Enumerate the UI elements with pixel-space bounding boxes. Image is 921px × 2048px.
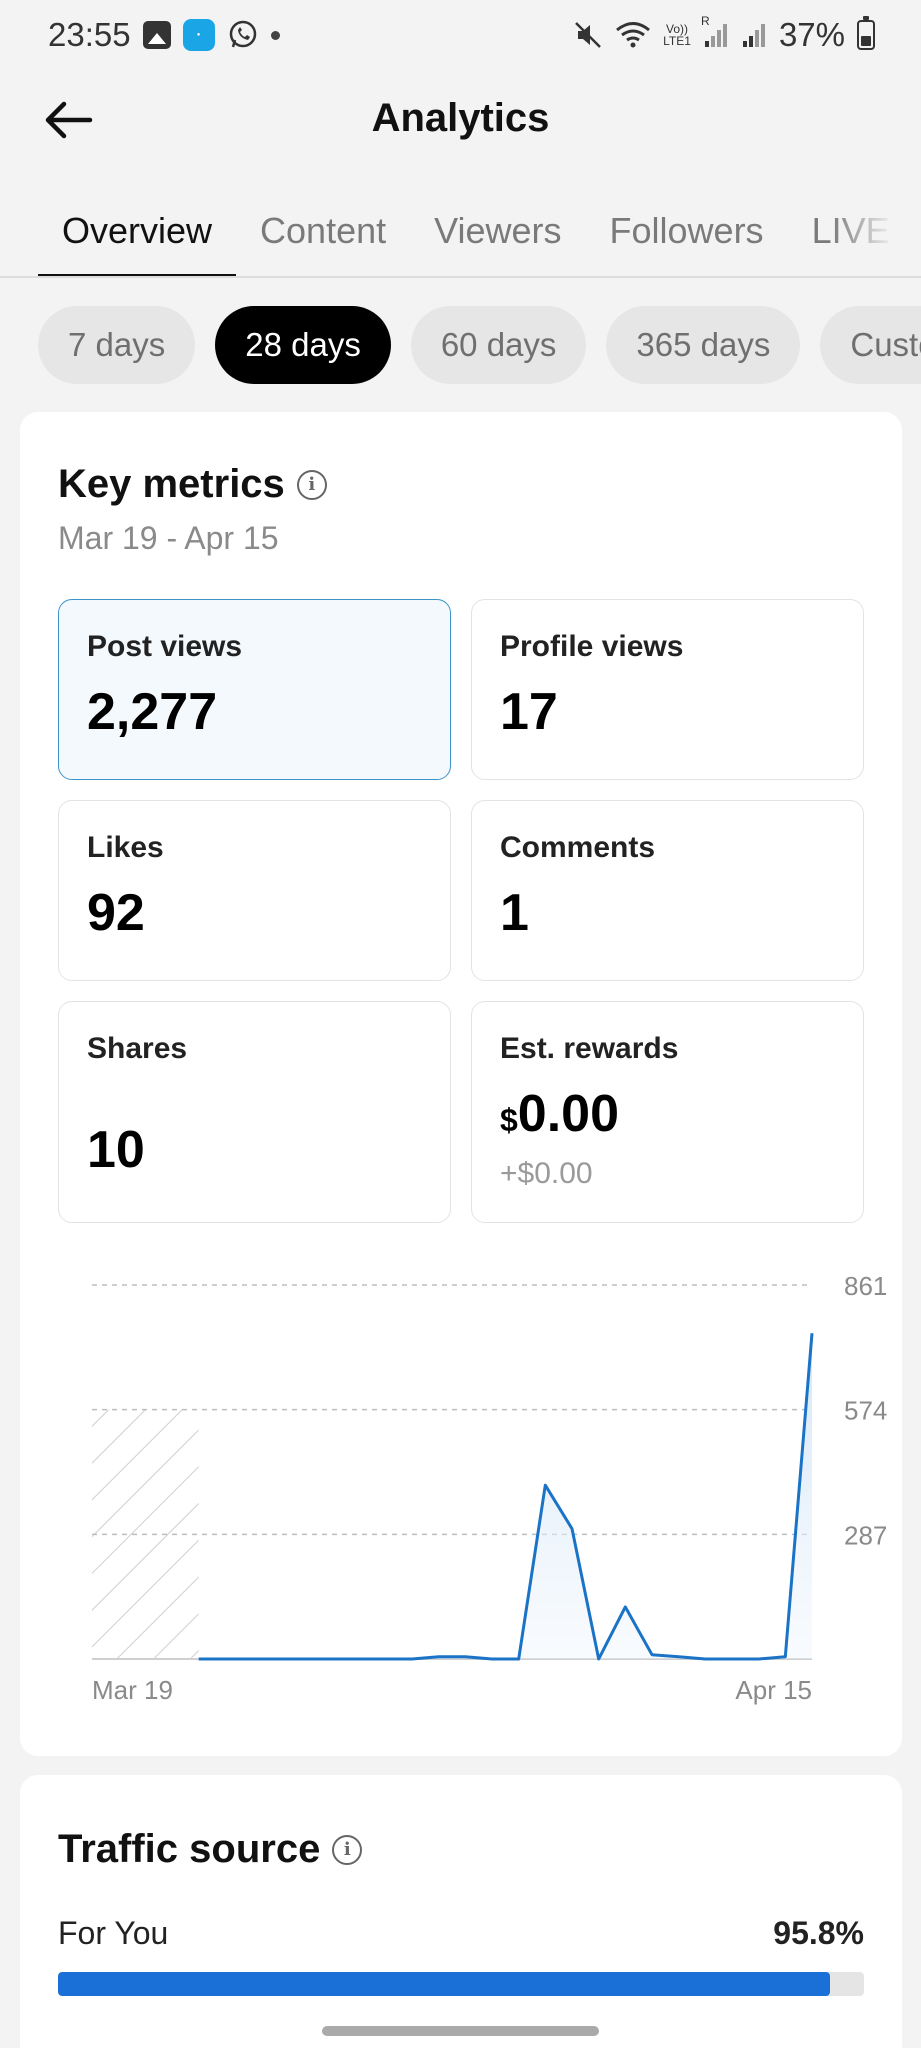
more-notifications-icon [270,30,280,40]
chart-svg: 287 574 861 Mar 19 Apr 15 [92,1271,887,1705]
metric-label: Est. rewards [500,1032,679,1065]
tab-content[interactable]: Content [236,200,410,276]
period-selector: 7 days28 days60 days365 daysCustom [0,306,921,386]
traffic-source-card: Traffic source i For You 95.8% [20,1775,902,2048]
traffic-source-title: Traffic source [58,1827,321,1871]
metric-label: Post views [87,630,243,663]
app-header: Analytics [0,80,921,160]
tab-followers[interactable]: Followers [586,200,788,276]
metric-post-views[interactable]: Post views 2,277 [58,599,451,780]
traffic-progress-bar [58,1972,864,1996]
metric-value: 1 [500,884,529,942]
status-time: 23:55 [48,16,131,53]
status-left: 23:55 ● [48,16,280,54]
mute-icon [573,20,603,50]
metric-label: Profile views [500,630,684,663]
period-365-days[interactable]: 365 days [606,306,801,384]
battery-percent: 37% [778,16,845,53]
traffic-source-header: Traffic source i [58,1827,363,1872]
info-icon[interactable]: i [332,1834,363,1865]
metric-value: 10 [87,1121,145,1179]
period-custom[interactable]: Custom [820,306,921,384]
signal-sim1-icon: R [701,15,729,49]
page-title: Analytics [371,96,550,140]
analytics-tabs: Overview Content Viewers Followers LIVE [0,200,921,278]
lebara-notification-icon: ● [182,19,215,51]
series-area [198,1333,812,1659]
status-bar: 23:55 ● Vo)) LTE1 R 37% [0,0,921,70]
metric-value: 2,277 [87,683,218,741]
rewards-change: +$0.00 [500,1157,593,1190]
roaming-label: R [700,14,710,28]
metric-likes[interactable]: Likes 92 [58,800,451,981]
y-tick-label: 861 [844,1271,887,1301]
post-views-chart: 287 574 861 Mar 19 Apr 15 [40,1257,902,1727]
metric-label: Comments [500,831,656,864]
period-7-days[interactable]: 7 days [38,306,196,384]
y-tick-label: 574 [844,1396,887,1426]
x-tick-label: Apr 15 [735,1675,812,1705]
date-range: Mar 19 - Apr 15 [58,520,279,556]
y-tick-label: 287 [844,1520,887,1550]
volte-indicator: Vo)) LTE1 [663,23,691,47]
traffic-label: For You [58,1915,169,1951]
info-icon[interactable]: i [296,469,327,500]
metric-value: 17 [500,683,558,741]
gallery-notification-icon [142,21,171,49]
home-indicator[interactable] [322,2026,599,2036]
metric-comments[interactable]: Comments 1 [471,800,864,981]
period-28-days[interactable]: 28 days [215,306,391,384]
lte-label: LTE1 [663,34,691,48]
metric-est-rewards[interactable]: Est. rewards $0.00 +$0.00 [471,1001,864,1223]
x-tick-label: Mar 19 [92,1675,173,1705]
battery-level [861,36,871,46]
key-metrics-card: Key metrics i Mar 19 - Apr 15 Post views… [20,412,902,1756]
metric-value: 92 [87,884,145,942]
metric-shares[interactable]: Shares 10 [58,1001,451,1223]
battery-icon [857,16,875,50]
traffic-percent: 95.8% [773,1915,864,1951]
rewards-amount: 0.00 [517,1085,620,1143]
series-line [198,1333,814,1661]
traffic-row-for-you: For You 95.8% [58,1915,864,1952]
traffic-progress-fill [58,1972,831,1996]
key-metrics-title: Key metrics [58,462,285,506]
metric-value: $0.00 [500,1084,619,1144]
currency-symbol: $ [500,1102,518,1138]
metric-label: Shares [87,1032,188,1065]
tab-viewers[interactable]: Viewers [410,200,585,276]
metric-profile-views[interactable]: Profile views 17 [471,599,864,780]
whatsapp-notification-icon [227,19,259,51]
tab-overview[interactable]: Overview [38,200,237,276]
metric-label: Likes [87,831,164,864]
period-60-days[interactable]: 60 days [410,306,587,384]
key-metrics-header: Key metrics i [58,462,327,507]
tab-live[interactable]: LIVE [788,200,914,276]
wifi-icon [615,20,651,50]
status-right: Vo)) LTE1 R 37% [573,15,875,54]
signal-sim2-icon [741,21,767,49]
